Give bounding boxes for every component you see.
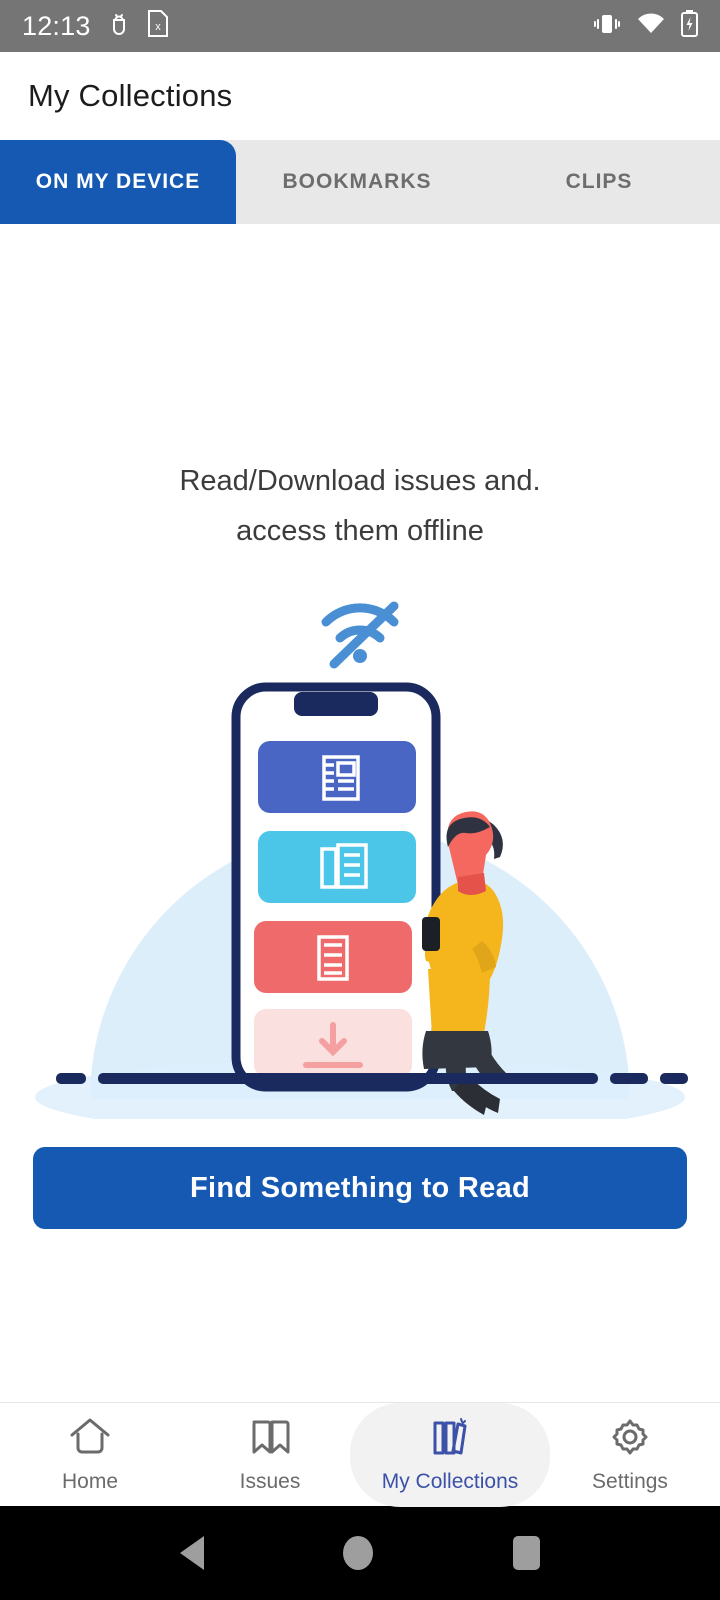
- empty-state-line-2: access them offline: [236, 515, 484, 547]
- empty-state-line-1: Read/Download issues and.: [179, 465, 541, 497]
- cta-container: Find Something to Read: [0, 1147, 720, 1229]
- nav-label-settings: Settings: [592, 1470, 668, 1493]
- status-bar-right: [593, 10, 698, 42]
- vibrate-icon: [593, 12, 621, 41]
- offline-reading-illustration: [30, 679, 690, 1119]
- ground-line: [56, 1073, 688, 1084]
- bottom-navigation: Home Issues My Collections Settings: [0, 1402, 720, 1507]
- nav-label-my-collections: My Collections: [381, 1470, 519, 1493]
- open-book-icon: [247, 1415, 293, 1464]
- tab-clips[interactable]: CLIPS: [478, 140, 720, 224]
- tab-bar: ON MY DEVICE BOOKMARKS CLIPS: [0, 140, 720, 224]
- status-bar: 12:13 x: [0, 0, 720, 52]
- back-triangle-icon[interactable]: [179, 1536, 204, 1570]
- page-title: My Collections: [28, 78, 233, 113]
- nav-label-home: Home: [61, 1470, 119, 1493]
- nav-item-issues[interactable]: Issues: [180, 1403, 360, 1506]
- recents-square-icon[interactable]: [513, 1536, 541, 1570]
- books-shelf-icon: [427, 1415, 473, 1464]
- app-screen: 12:13 x My Collections ON MY DEVICE BOOK…: [0, 0, 720, 1600]
- gear-icon: [607, 1415, 653, 1464]
- android-debug-icon: [107, 11, 131, 42]
- nav-item-my-collections[interactable]: My Collections: [350, 1402, 550, 1507]
- main-content: Read/Download issues and. access them of…: [0, 224, 720, 1402]
- svg-text:x: x: [155, 21, 161, 33]
- wifi-icon: [637, 12, 665, 40]
- nav-item-home[interactable]: Home: [0, 1403, 180, 1506]
- android-system-navigation: [0, 1506, 720, 1600]
- tab-on-my-device[interactable]: ON MY DEVICE: [0, 140, 236, 224]
- status-bar-left: 12:13 x: [22, 10, 169, 42]
- home-circle-icon[interactable]: [343, 1536, 374, 1570]
- wifi-off-icon: [312, 590, 408, 675]
- find-something-to-read-button[interactable]: Find Something to Read: [33, 1147, 687, 1229]
- empty-state-message: Read/Download issues and. access them of…: [179, 456, 540, 556]
- battery-charging-icon: [681, 10, 698, 42]
- nav-label-issues: Issues: [239, 1470, 301, 1493]
- home-icon: [67, 1415, 113, 1464]
- article-card-blue: [258, 741, 416, 813]
- sim-card-x-icon: x: [147, 10, 169, 42]
- nav-item-settings[interactable]: Settings: [540, 1403, 720, 1506]
- article-card-red: [254, 921, 412, 993]
- app-bar: My Collections: [0, 52, 720, 140]
- status-bar-clock: 12:13: [22, 10, 91, 41]
- tab-bookmarks[interactable]: BOOKMARKS: [236, 140, 478, 224]
